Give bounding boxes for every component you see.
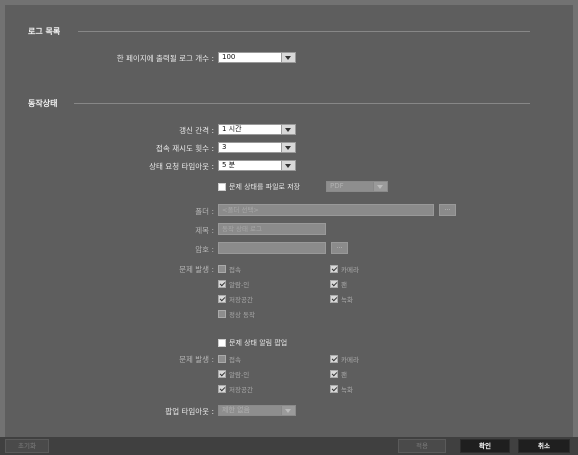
popup-checkbox[interactable] xyxy=(218,339,226,347)
popup-problem-label: 문제 발생 : xyxy=(179,355,214,364)
folder-label: 폴더 : xyxy=(195,207,214,216)
problem-record-checkbox[interactable] xyxy=(330,295,338,303)
problem-abnormal-label: 정상 동작 xyxy=(229,311,255,319)
popup-fan-label: 팬 xyxy=(341,371,347,379)
password-field[interactable] xyxy=(218,242,326,254)
problem-occur-label: 문제 발생 : xyxy=(179,265,214,274)
per-page-label: 한 페이지에 출력될 로그 개수 : xyxy=(116,54,214,63)
popup-timeout-label: 팝업 타임아웃 : xyxy=(165,407,214,416)
apply-button[interactable]: 적용 xyxy=(398,439,446,453)
folder-field[interactable]: <폴더 선택> xyxy=(218,204,434,216)
refresh-interval-label: 갱신 간격 : xyxy=(179,126,214,135)
popup-camera-label: 카메라 xyxy=(341,356,359,364)
problem-alarm-in-label: 알람-인 xyxy=(229,281,250,289)
request-timeout-select[interactable]: 5 분 xyxy=(218,160,296,171)
chevron-down-icon xyxy=(281,125,295,134)
popup-label: 문제 상태 알림 팝업 xyxy=(229,339,288,347)
popup-alarm-in-checkbox[interactable] xyxy=(218,370,226,378)
problem-camera-checkbox[interactable] xyxy=(330,265,338,273)
file-format-select[interactable]: PDF xyxy=(326,181,388,192)
chevron-down-icon xyxy=(373,182,387,191)
problem-fan-label: 팬 xyxy=(341,281,347,289)
problem-storage-checkbox[interactable] xyxy=(218,295,226,303)
popup-record-label: 녹화 xyxy=(341,386,353,394)
per-page-value: 100 xyxy=(222,53,236,61)
reset-button[interactable]: 초기화 xyxy=(5,439,49,453)
password-button[interactable]: ... xyxy=(331,242,348,254)
settings-panel xyxy=(5,5,573,437)
section-title-status: 동작상태 xyxy=(28,99,58,108)
popup-fan-checkbox[interactable] xyxy=(330,370,338,378)
popup-connect-checkbox[interactable] xyxy=(218,355,226,363)
problem-abnormal-checkbox[interactable] xyxy=(218,310,226,318)
ok-button[interactable]: 확인 xyxy=(460,439,510,453)
refresh-interval-select[interactable]: 1 시간 xyxy=(218,124,296,135)
retry-count-select[interactable]: 3 xyxy=(218,142,296,153)
popup-record-checkbox[interactable] xyxy=(330,385,338,393)
folder-browse-button[interactable]: ... xyxy=(439,204,456,216)
cancel-button[interactable]: 취소 xyxy=(518,439,570,453)
section-title-log-list: 로그 목록 xyxy=(28,27,61,36)
popup-storage-label: 저장공간 xyxy=(229,386,253,394)
file-format-value: PDF xyxy=(330,182,344,190)
problem-alarm-in-checkbox[interactable] xyxy=(218,280,226,288)
password-label: 암호 : xyxy=(195,245,214,254)
problem-camera-label: 카메라 xyxy=(341,266,359,274)
popup-connect-label: 접속 xyxy=(229,356,241,364)
refresh-interval-value: 1 시간 xyxy=(222,125,242,133)
request-timeout-label: 상태 요청 타임아웃 : xyxy=(149,162,214,171)
popup-timeout-select[interactable]: 제한 없음 xyxy=(218,405,296,416)
save-to-file-label: 문제 상태를 파일로 저장 xyxy=(229,183,301,191)
problem-connect-label: 접속 xyxy=(229,266,241,274)
title-label: 제목 : xyxy=(195,226,214,235)
popup-alarm-in-label: 알람-인 xyxy=(229,371,250,379)
problem-connect-checkbox[interactable] xyxy=(218,265,226,273)
chevron-down-icon xyxy=(281,161,295,170)
retry-count-label: 접속 재시도 횟수 : xyxy=(156,144,214,153)
save-to-file-checkbox[interactable] xyxy=(218,183,226,191)
section-divider xyxy=(74,103,530,104)
section-divider xyxy=(78,31,530,32)
popup-storage-checkbox[interactable] xyxy=(218,385,226,393)
retry-count-value: 3 xyxy=(222,143,227,151)
chevron-down-icon xyxy=(281,143,295,152)
popup-camera-checkbox[interactable] xyxy=(330,355,338,363)
problem-record-label: 녹화 xyxy=(341,296,353,304)
per-page-select[interactable]: 100 xyxy=(218,52,296,63)
problem-storage-label: 저장공간 xyxy=(229,296,253,304)
chevron-down-icon xyxy=(281,406,295,415)
request-timeout-value: 5 분 xyxy=(222,161,236,169)
problem-fan-checkbox[interactable] xyxy=(330,280,338,288)
popup-timeout-value: 제한 없음 xyxy=(222,406,250,414)
chevron-down-icon xyxy=(281,53,295,62)
title-field[interactable]: 동작 상태 로그 xyxy=(218,223,326,235)
